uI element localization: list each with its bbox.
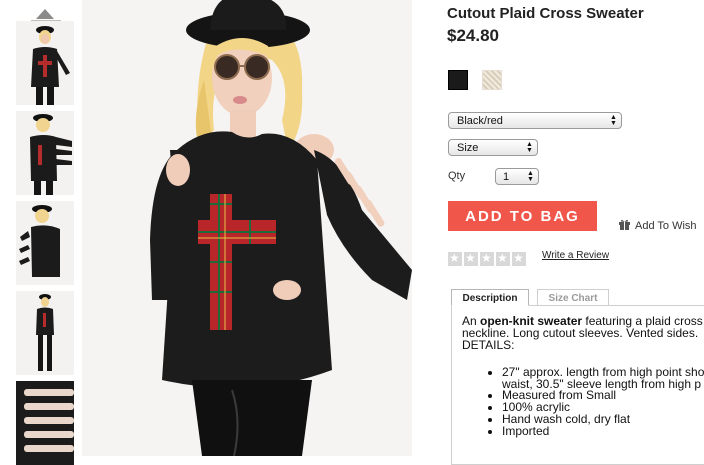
add-to-bag-button[interactable]: ADD TO BAG bbox=[448, 201, 597, 231]
tab-size-chart[interactable]: Size Chart bbox=[537, 289, 609, 306]
qty-select[interactable]: 1 ▲ ▼ bbox=[495, 168, 539, 185]
product-price: $24.80 bbox=[447, 26, 499, 45]
thumbnail-4[interactable] bbox=[16, 291, 74, 375]
qty-select-value: 1 bbox=[503, 171, 510, 183]
gift-icon bbox=[619, 219, 630, 230]
add-to-wishlist-link[interactable]: Add To Wish bbox=[619, 219, 697, 232]
thumbnail-5[interactable] bbox=[16, 381, 74, 465]
rating-stars[interactable] bbox=[448, 251, 528, 266]
size-select-value: Size bbox=[457, 142, 479, 154]
star-empty-icon bbox=[480, 251, 494, 266]
qty-label: Qty bbox=[448, 170, 466, 182]
thumbnail-1[interactable] bbox=[16, 21, 74, 105]
color-select-value: Black/red bbox=[457, 115, 503, 127]
updown-arrows-icon: ▲ ▼ bbox=[610, 114, 617, 127]
star-empty-icon bbox=[464, 251, 478, 266]
star-empty-icon bbox=[448, 251, 462, 266]
product-title: Cutout Plaid Cross Sweater bbox=[447, 5, 644, 22]
thumbnail-3[interactable] bbox=[16, 201, 74, 285]
details-label: DETAILS: bbox=[462, 338, 515, 352]
swatch-cream[interactable] bbox=[482, 70, 502, 90]
details-list: 27" approx. length from high point sho w… bbox=[462, 366, 704, 438]
star-empty-icon bbox=[512, 251, 526, 266]
list-item: Imported bbox=[502, 425, 704, 438]
updown-arrows-icon: ▲ ▼ bbox=[526, 141, 533, 154]
scroll-up-icon[interactable] bbox=[36, 9, 54, 19]
product-description: An open-knit sweater featuring a plaid c… bbox=[462, 315, 704, 437]
swatch-black[interactable] bbox=[448, 70, 468, 90]
updown-arrows-icon: ▲ ▼ bbox=[527, 170, 534, 183]
add-to-wishlist-label: Add To Wish bbox=[635, 220, 697, 232]
product-main-image[interactable] bbox=[82, 0, 412, 456]
color-select[interactable]: Black/red ▲ ▼ bbox=[448, 112, 622, 129]
size-select[interactable]: Size ▲ ▼ bbox=[448, 139, 538, 156]
star-empty-icon bbox=[496, 251, 510, 266]
write-review-link[interactable]: Write a Review bbox=[542, 250, 609, 261]
thumbnail-2[interactable] bbox=[16, 111, 74, 195]
thumbnail-strip bbox=[10, 0, 78, 465]
tab-description[interactable]: Description bbox=[451, 289, 529, 306]
